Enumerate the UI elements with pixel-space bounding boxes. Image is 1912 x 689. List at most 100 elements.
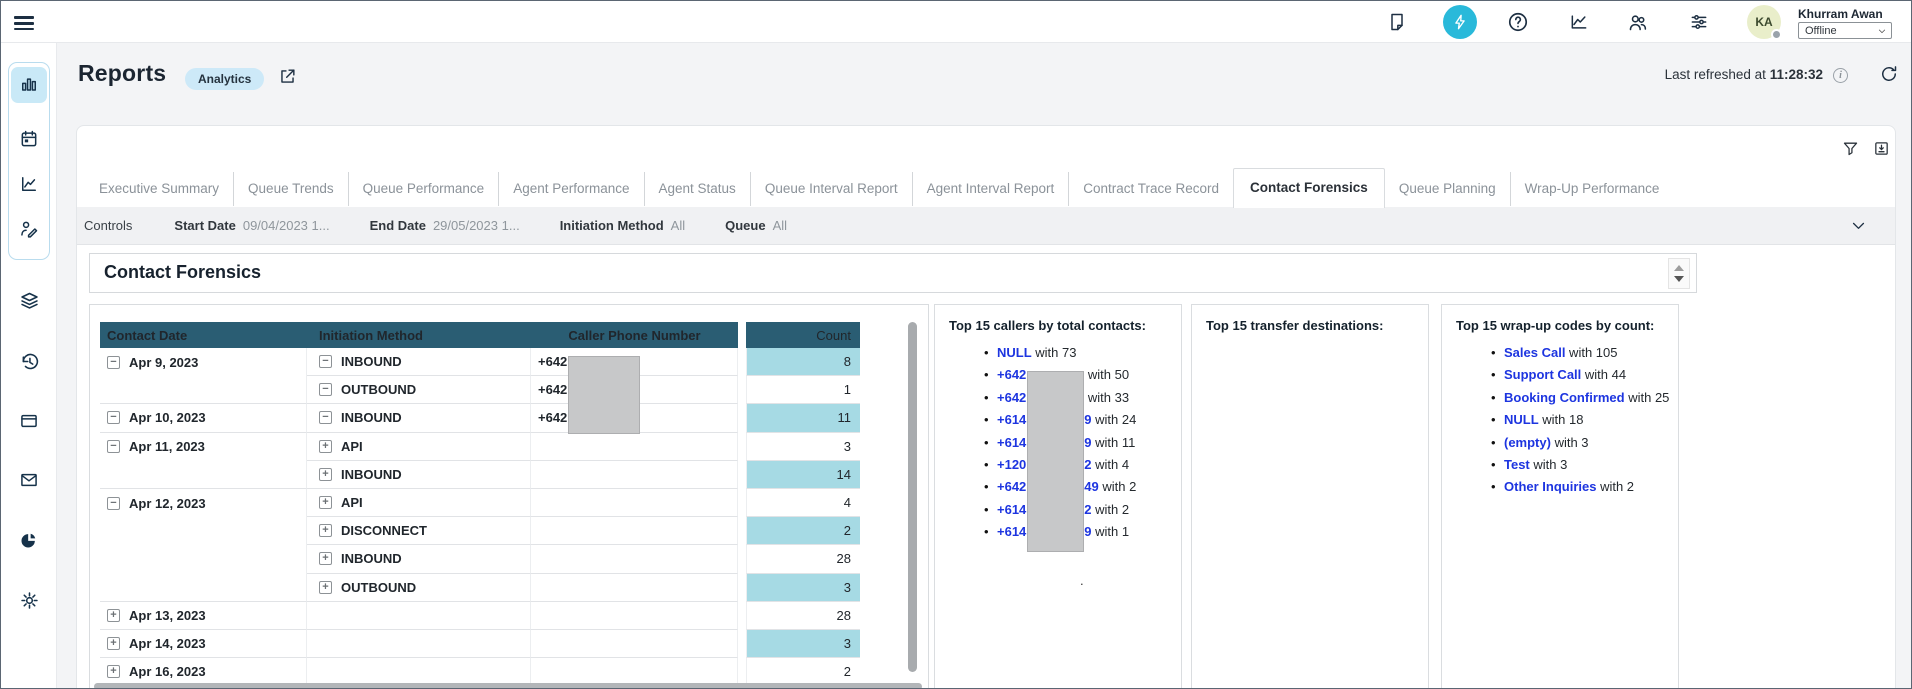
item-link[interactable]: +642 [997, 479, 1026, 494]
date-cell[interactable] [100, 461, 307, 489]
date-cell[interactable]: +Apr 13, 2023 [100, 602, 307, 630]
count-cell[interactable]: 2 [746, 517, 860, 545]
date-cell[interactable]: −Apr 9, 2023 [100, 348, 307, 376]
count-cell[interactable]: 3 [746, 630, 860, 658]
collapse-toggle-icon[interactable]: − [107, 356, 120, 369]
annotate-icon[interactable] [11, 211, 47, 247]
tab-executive-summary[interactable]: Executive Summary [85, 172, 233, 206]
caller-phone-cell[interactable] [531, 602, 738, 630]
count-cell[interactable]: 11 [746, 404, 860, 432]
help-icon[interactable] [1501, 5, 1535, 39]
calendar-icon[interactable] [11, 121, 47, 157]
info-icon[interactable]: i [1833, 68, 1848, 83]
expand-toggle-icon[interactable]: + [107, 637, 120, 650]
caller-phone-cell[interactable] [531, 630, 738, 658]
date-cell[interactable]: −Apr 11, 2023 [100, 433, 307, 461]
layers-icon[interactable] [11, 282, 47, 318]
initiation-method-cell[interactable]: +OUTBOUND [307, 574, 531, 602]
item-link-suffix[interactable]: 9 [1084, 435, 1091, 450]
vertical-scrollbar[interactable] [908, 322, 917, 672]
caller-phone-cell[interactable] [531, 517, 738, 545]
item-link-suffix[interactable]: 2 [1084, 502, 1091, 517]
tab-queue-planning[interactable]: Queue Planning [1385, 172, 1510, 206]
filter-icon[interactable] [1842, 140, 1859, 162]
filter-initiation-method[interactable]: Initiation MethodAll [560, 218, 685, 233]
expand-toggle-icon[interactable]: + [319, 524, 332, 537]
column-header-contact-date[interactable]: Contact Date [100, 322, 307, 348]
date-cell[interactable] [100, 545, 307, 573]
tab-wrap-up-performance[interactable]: Wrap-Up Performance [1510, 172, 1674, 206]
initiation-method-cell[interactable]: +DISCONNECT [307, 517, 531, 545]
count-cell[interactable]: 3 [746, 574, 860, 602]
tab-agent-performance[interactable]: Agent Performance [498, 172, 643, 206]
column-header-count[interactable]: Count [746, 322, 860, 348]
collapse-toggle-icon[interactable]: − [107, 440, 120, 453]
expand-toggle-icon[interactable]: + [107, 665, 120, 678]
tab-queue-performance[interactable]: Queue Performance [348, 172, 499, 206]
count-cell[interactable]: 1 [746, 376, 860, 404]
settings-sliders-icon[interactable] [1682, 5, 1716, 39]
initiation-method-cell[interactable] [307, 630, 531, 658]
date-cell[interactable]: −Apr 12, 2023 [100, 489, 307, 517]
caller-phone-cell[interactable] [531, 433, 738, 461]
avatar[interactable]: KA [1747, 5, 1781, 39]
item-link[interactable]: Support Call [1504, 367, 1581, 382]
date-cell[interactable]: −Apr 10, 2023 [100, 404, 307, 432]
item-link[interactable]: Other Inquiries [1504, 479, 1596, 494]
count-cell[interactable]: 14 [746, 461, 860, 489]
tab-contact-forensics[interactable]: Contact Forensics [1233, 168, 1385, 208]
hamburger-menu-icon[interactable] [14, 13, 34, 31]
expand-toggle-icon[interactable]: + [319, 468, 332, 481]
users-icon[interactable] [1620, 5, 1654, 39]
item-link[interactable]: +614 [997, 435, 1026, 450]
initiation-method-cell[interactable]: +INBOUND [307, 545, 531, 573]
item-link[interactable]: +614 [997, 502, 1026, 517]
download-icon[interactable] [1873, 140, 1890, 162]
item-link[interactable]: Sales Call [1504, 345, 1565, 360]
caller-phone-cell[interactable] [531, 489, 738, 517]
initiation-method-cell[interactable]: +API [307, 433, 531, 461]
collapse-toggle-icon[interactable]: − [107, 411, 120, 424]
date-cell[interactable]: +Apr 14, 2023 [100, 630, 307, 658]
item-link[interactable]: Booking Confirmed [1504, 390, 1625, 405]
expand-toggle-icon[interactable]: + [319, 496, 332, 509]
window-icon[interactable] [11, 403, 47, 439]
item-link[interactable]: (empty) [1504, 435, 1551, 450]
item-link-suffix[interactable]: 9 [1084, 524, 1091, 539]
spinner-up-icon[interactable] [1674, 265, 1684, 271]
tab-contract-trace-record[interactable]: Contract Trace Record [1068, 172, 1233, 206]
line-chart-icon[interactable] [11, 166, 47, 202]
expand-toggle-icon[interactable]: + [107, 609, 120, 622]
item-link[interactable]: +614 [997, 412, 1026, 427]
filter-start-date[interactable]: Start Date09/04/2023 1... [174, 218, 329, 233]
column-header-caller-phone-number[interactable]: Caller Phone Number [531, 322, 738, 348]
mail-icon[interactable] [11, 462, 47, 498]
initiation-method-cell[interactable]: +API [307, 489, 531, 517]
initiation-method-cell[interactable]: −OUTBOUND [307, 376, 531, 404]
open-in-new-icon[interactable] [278, 67, 297, 91]
count-cell[interactable]: 3 [746, 433, 860, 461]
count-cell[interactable]: 28 [746, 602, 860, 630]
count-cell[interactable]: 28 [746, 545, 860, 573]
tab-queue-trends[interactable]: Queue Trends [233, 172, 348, 206]
gear-icon[interactable] [11, 582, 47, 618]
lightning-bolt-button[interactable] [1443, 5, 1477, 39]
caller-phone-cell[interactable] [531, 545, 738, 573]
horizontal-scrollbar[interactable] [94, 683, 922, 689]
count-cell[interactable]: 8 [746, 348, 860, 376]
notes-icon[interactable] [1380, 5, 1414, 39]
initiation-method-cell[interactable]: −INBOUND [307, 348, 531, 376]
bar-chart-icon[interactable] [11, 67, 47, 103]
tab-queue-interval-report[interactable]: Queue Interval Report [750, 172, 912, 206]
collapse-toggle-icon[interactable]: − [107, 497, 120, 510]
date-cell[interactable] [100, 574, 307, 602]
tab-agent-interval-report[interactable]: Agent Interval Report [912, 172, 1069, 206]
expand-toggle-icon[interactable]: + [319, 581, 332, 594]
caller-phone-cell[interactable] [531, 574, 738, 602]
spinner-down-icon[interactable] [1674, 276, 1684, 282]
metrics-icon[interactable] [1562, 5, 1596, 39]
item-link[interactable]: +642 [997, 367, 1026, 382]
agent-status-select[interactable]: Offline [1798, 22, 1892, 39]
item-link[interactable]: Test [1504, 457, 1530, 472]
count-cell[interactable]: 4 [746, 489, 860, 517]
